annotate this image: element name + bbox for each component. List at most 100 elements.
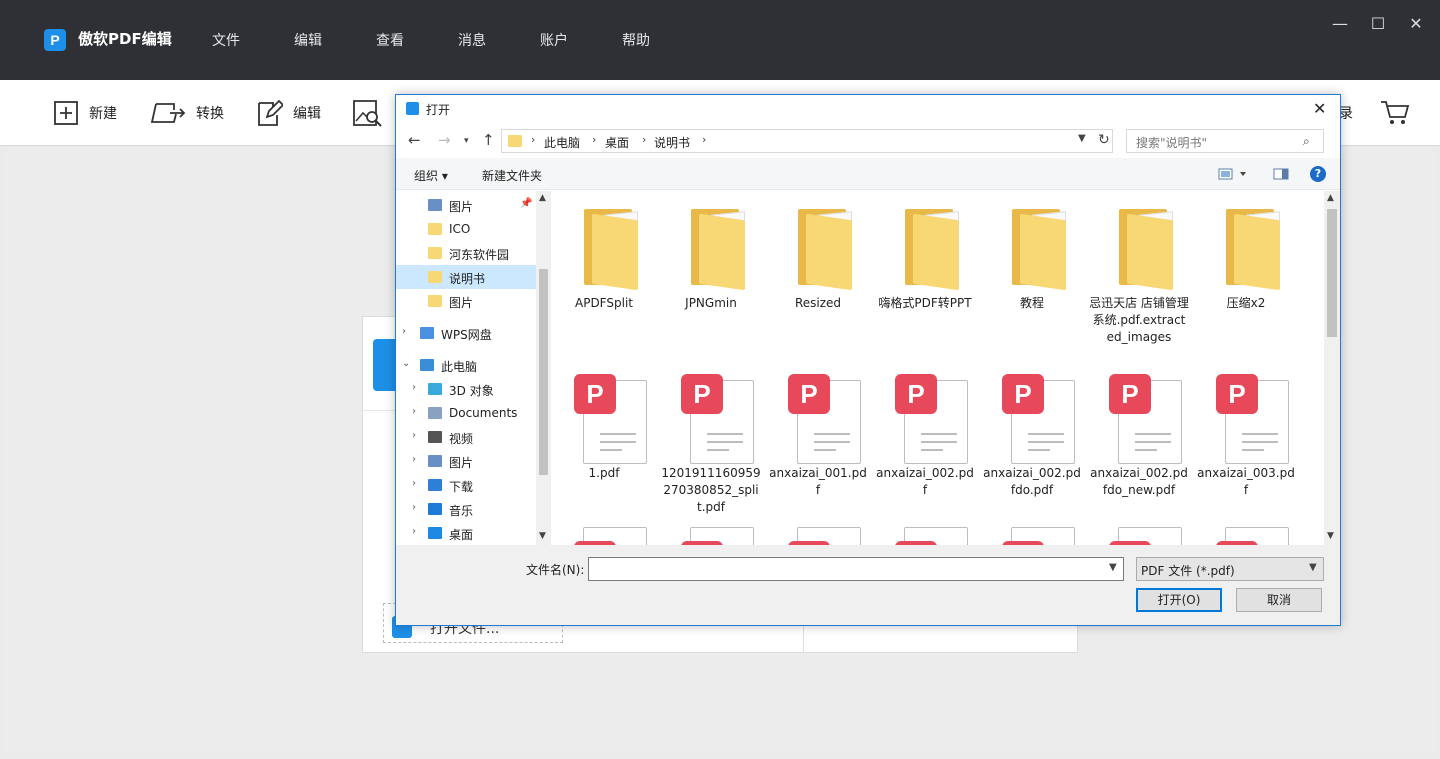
help-icon[interactable]: ? [1310, 166, 1326, 182]
tree-item[interactable]: 图片 [396, 289, 536, 313]
pdf-file-item[interactable] [661, 515, 761, 545]
pdf-badge-icon: P [788, 374, 830, 414]
edit-button[interactable]: 编辑 [255, 99, 321, 127]
menu-edit[interactable]: 编辑 [294, 30, 376, 50]
new-folder-button[interactable]: 新建文件夹 [482, 167, 542, 184]
dialog-close-icon[interactable]: ✕ [1313, 99, 1326, 118]
refresh-icon[interactable]: ↻ [1098, 132, 1110, 148]
pdf-file-item[interactable]: Panxaizai_003.pdf [1196, 363, 1296, 523]
pdf-file-item[interactable]: Panxaizai_002.pdfdo.pdf [982, 363, 1082, 523]
documents-icon [428, 407, 442, 419]
chevron-right-icon[interactable]: › [412, 454, 416, 465]
tree-item[interactable]: 说明书 [396, 265, 536, 289]
scroll-up-icon[interactable]: ▲ [539, 193, 546, 203]
folder-item[interactable]: JPNGmin [661, 191, 761, 351]
scroll-down-icon[interactable]: ▼ [1327, 531, 1334, 541]
tree-item-label: 3D 对象 [449, 384, 494, 398]
address-bar[interactable]: › 此电脑 › 桌面 › 说明书 › ▼ ↻ [501, 129, 1113, 153]
view-button[interactable] [352, 99, 394, 127]
menu-messages[interactable]: 消息 [458, 30, 540, 50]
pdf-file-item[interactable]: P 1201911160959270380852_split.pdf [661, 363, 761, 523]
menu-account[interactable]: 账户 [540, 30, 622, 50]
folder-item[interactable]: APDFSplit [554, 191, 654, 351]
pdf-file-item[interactable]: Panxaizai_002.pdf [875, 363, 975, 523]
back-arrow-icon[interactable]: ← [408, 131, 421, 149]
recent-dropdown-icon[interactable]: ▾ [464, 136, 469, 146]
pdf-file-item[interactable] [982, 515, 1082, 545]
pdf-badge-icon: P [681, 374, 723, 414]
file-list-scrollbar[interactable]: ▲ ▼ [1324, 191, 1340, 545]
organize-menu[interactable]: 组织 ▾ [414, 167, 448, 184]
maximize-icon[interactable]: ☐ [1368, 14, 1388, 34]
file-name: APDFSplit [575, 296, 633, 310]
menu-file[interactable]: 文件 [212, 30, 294, 50]
open-button[interactable]: 打开(O) [1136, 588, 1222, 612]
tree-item[interactable]: › 图片 [396, 449, 536, 473]
chevron-down-icon: ▼ [1309, 562, 1317, 573]
tree-item[interactable]: › WPS网盘 [396, 321, 536, 345]
chevron-right-icon[interactable]: › [412, 406, 416, 417]
tree-item[interactable]: › 音乐 [396, 497, 536, 521]
breadcrumb-desktop[interactable]: 桌面 [605, 134, 629, 151]
convert-button[interactable]: 转换 [150, 99, 224, 127]
pdf-file-item[interactable]: Panxaizai_001.pdf [768, 363, 868, 523]
pdf-file-item[interactable] [875, 515, 975, 545]
folder-front [592, 213, 638, 291]
chevron-right-icon[interactable]: › [412, 526, 416, 537]
tree-item[interactable]: ⌄ 此电脑 [396, 353, 536, 377]
chevron-down-icon[interactable]: ▼ [1109, 562, 1117, 573]
chevron-right-icon[interactable]: › [412, 430, 416, 441]
folder-icon [428, 223, 442, 235]
pdf-file-item[interactable] [1196, 515, 1296, 545]
file-type-select[interactable]: PDF 文件 (*.pdf) ▼ [1136, 557, 1324, 581]
chevron-down-icon[interactable]: ▼ [1078, 133, 1086, 144]
forward-arrow-icon[interactable]: → [438, 131, 451, 149]
folder-item[interactable]: 压缩x2 [1196, 191, 1296, 351]
chevron-right-icon[interactable]: › [402, 326, 406, 337]
tree-item[interactable]: › 桌面 [396, 521, 536, 545]
cart-button[interactable] [1380, 99, 1420, 127]
folder-item[interactable]: 教程 [982, 191, 1082, 351]
login-link[interactable]: 录 [1339, 99, 1353, 127]
menu-view[interactable]: 查看 [376, 30, 458, 50]
minimize-icon[interactable]: — [1330, 14, 1350, 34]
tree-scroll-thumb[interactable] [539, 269, 548, 475]
view-options-icon[interactable] [1218, 168, 1248, 180]
new-button[interactable]: 新建 [53, 99, 117, 127]
tree-item[interactable]: › Documents [396, 401, 536, 425]
pdf-file-item[interactable] [1089, 515, 1189, 545]
preview-pane-icon[interactable] [1273, 168, 1289, 180]
search-input[interactable]: 搜索"说明书" ⌕ [1126, 129, 1324, 153]
chevron-right-icon[interactable]: › [412, 502, 416, 513]
chevron-right-icon[interactable]: › [412, 382, 416, 393]
tree-item[interactable]: 图片 📌 [396, 193, 536, 217]
tree-item[interactable]: › 视频 [396, 425, 536, 449]
pdf-file-item[interactable] [554, 515, 654, 545]
folder-item[interactable]: 嗨格式PDF转PPT [875, 191, 975, 351]
text-line [814, 433, 850, 435]
folder-item[interactable]: 忌迅天店 店铺管理系统.pdf.extracted_images [1089, 191, 1189, 351]
file-list-scroll-thumb[interactable] [1327, 209, 1337, 337]
chevron-down-icon[interactable]: ⌄ [402, 358, 410, 369]
menu-help[interactable]: 帮助 [622, 30, 704, 50]
tree-scrollbar[interactable]: ▲ ▼ [536, 191, 551, 545]
chevron-right-icon[interactable]: › [412, 478, 416, 489]
tree-item[interactable]: › 3D 对象 [396, 377, 536, 401]
text-line [814, 449, 836, 451]
pdf-file-item[interactable] [768, 515, 868, 545]
tree-item[interactable]: ICO [396, 217, 536, 241]
scroll-up-icon[interactable]: ▲ [1327, 193, 1334, 203]
breadcrumb-manual[interactable]: 说明书 [654, 134, 690, 151]
close-window-icon[interactable]: ✕ [1406, 14, 1426, 34]
tree-item[interactable]: 河东软件园 [396, 241, 536, 265]
breadcrumb-this-pc[interactable]: 此电脑 [544, 134, 580, 151]
tree-item[interactable]: › 下载 [396, 473, 536, 497]
scroll-down-icon[interactable]: ▼ [539, 531, 546, 541]
folder-item[interactable]: Resized [768, 191, 868, 351]
pdf-file-item[interactable]: Panxaizai_002.pdfdo_new.pdf [1089, 363, 1189, 523]
up-arrow-icon[interactable]: ↑ [482, 131, 495, 149]
filename-input[interactable]: ▼ [588, 557, 1124, 581]
music-icon [428, 503, 442, 515]
cancel-button[interactable]: 取消 [1236, 588, 1322, 612]
pdf-file-item[interactable]: P 1.pdf [554, 363, 654, 523]
